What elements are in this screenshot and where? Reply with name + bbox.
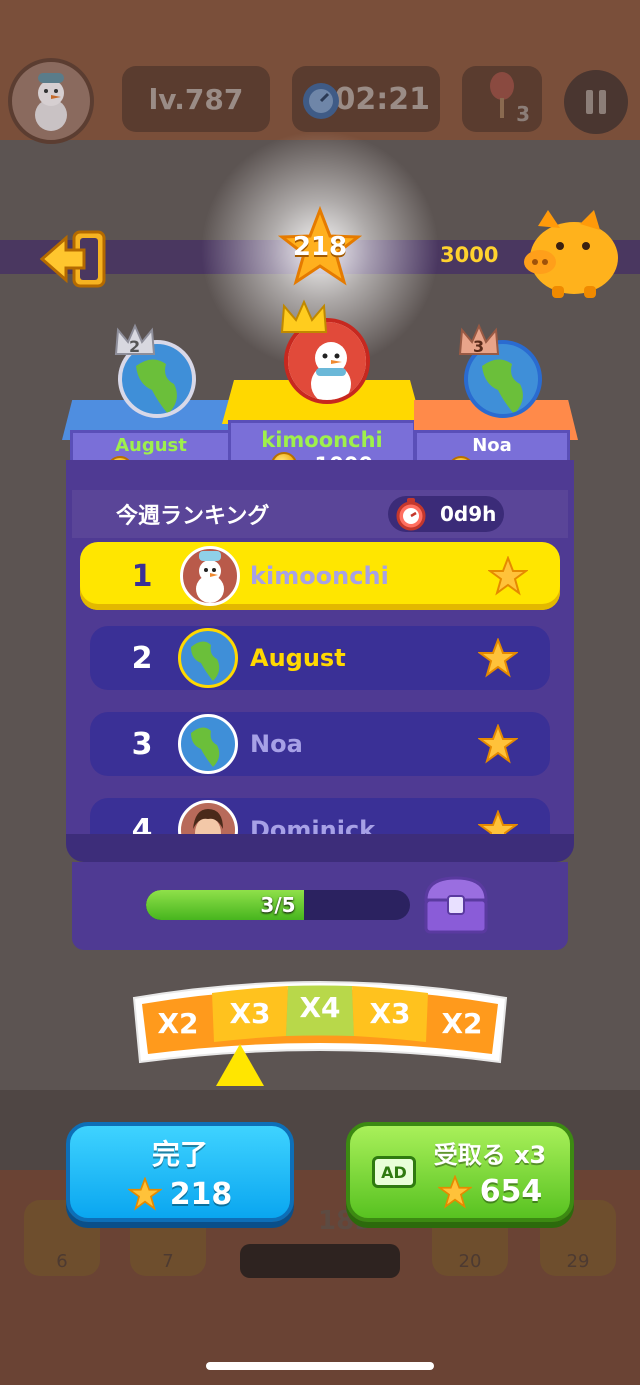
crown-icon: [280, 299, 328, 333]
bottom-score-bar: [240, 1244, 400, 1278]
multiplier-meter: X2 X3 X4 X3 X2: [130, 976, 510, 1072]
done-button-reward: 218: [127, 1176, 233, 1212]
booster-1-count: 6: [56, 1251, 68, 1272]
stopwatch-icon: [303, 83, 339, 119]
avatar: [178, 628, 238, 688]
multiplier-segment: X3: [229, 996, 271, 1030]
star-icon: [478, 810, 518, 834]
globe-icon: [191, 727, 220, 767]
star-score: 218: [277, 205, 363, 290]
ranking-row-rank: 3: [131, 726, 153, 762]
star-score-value: 218: [292, 232, 348, 262]
racket-booster[interactable]: 3: [462, 66, 542, 132]
crown-second: 2: [112, 322, 158, 364]
star-icon: [478, 638, 518, 678]
podium-third-name: Noa: [472, 434, 512, 456]
treasure-chest-icon: [424, 876, 488, 934]
star-icon: [488, 556, 528, 596]
claim-x3-button[interactable]: AD 受取る x3 654: [346, 1122, 574, 1222]
svg-text:3: 3: [473, 337, 484, 356]
ranking-row[interactable]: 3 Noa: [90, 712, 550, 776]
ranking-timer: 0d9h: [388, 496, 504, 532]
piggy-bank-icon: [524, 210, 618, 298]
avatar: [178, 714, 238, 774]
chest-progress-bar: 3/5: [146, 890, 410, 920]
player-avatar: [8, 58, 94, 144]
claim-button-value: 654: [479, 1174, 543, 1209]
crown-third: 3: [456, 322, 502, 364]
done-button-label: 完了: [151, 1137, 208, 1171]
pause-button[interactable]: [564, 70, 628, 134]
snowman-icon: [35, 73, 67, 131]
ranking-row-name: Dominick: [250, 816, 376, 834]
hud-timer: 02:21: [292, 66, 440, 132]
star-icon: [127, 1177, 162, 1211]
racket-count: 3: [516, 102, 530, 126]
podium-first-name: kimoonchi: [261, 428, 383, 452]
piggy-bank[interactable]: [514, 206, 624, 302]
ranking-row-name: kimoonchi: [250, 562, 389, 590]
ranking-row-name: August: [250, 644, 346, 672]
claim-button-reward: 654: [437, 1174, 543, 1209]
ranking-row-rank: 1: [131, 558, 153, 594]
ranking-row-self[interactable]: 1 kimoonchi: [80, 542, 560, 610]
piggy-target: 3000: [440, 243, 499, 267]
ranking-time-left: 0d9h: [440, 502, 497, 526]
star-icon: [437, 1174, 472, 1209]
multiplier-segment: X4: [299, 990, 341, 1024]
hud-timer-text: 02:21: [334, 81, 431, 117]
person-avatar-icon: [181, 803, 235, 834]
reward-chest[interactable]: [420, 874, 492, 936]
avatar: [178, 800, 238, 834]
crown-first: [278, 298, 330, 340]
alarm-clock-icon: [396, 498, 426, 531]
done-button-value: 218: [169, 1176, 233, 1212]
level-badge: lv.787: [122, 66, 270, 132]
ranking-row-rank: 4: [131, 812, 153, 835]
ad-icon: AD: [372, 1156, 416, 1188]
pause-icon: [586, 90, 606, 114]
ranking-row-name: Noa: [250, 730, 303, 758]
chest-progress-label: 3/5: [260, 893, 296, 917]
multiplier-segment: X2: [441, 1006, 483, 1040]
ranking-panel-edge: [66, 834, 574, 862]
ranking-list[interactable]: 1 kimoonchi 2 August 3 Noa 4 Dominick: [72, 538, 568, 834]
multiplier-segment: X2: [157, 1006, 199, 1040]
done-button[interactable]: 完了 218: [66, 1122, 294, 1222]
booster-3-count: 20: [458, 1251, 482, 1272]
globe-icon: [191, 641, 220, 681]
snowman-icon: [196, 551, 224, 603]
multiplier-segment: X3: [369, 996, 411, 1030]
ranking-row[interactable]: 4 Dominick: [90, 798, 550, 834]
crown-icon: 2: [114, 323, 156, 356]
booster-2-count: 7: [162, 1251, 174, 1272]
ranking-row-rank: 2: [131, 640, 153, 676]
crown-icon: 3: [458, 323, 500, 356]
svg-text:2: 2: [129, 337, 140, 356]
ranking-title: 今週ランキング: [116, 504, 270, 529]
ranking-row[interactable]: 2 August: [90, 626, 550, 690]
podium-second-name: August: [115, 434, 187, 456]
booster-4-count: 29: [566, 1251, 590, 1272]
exit-button[interactable]: [38, 228, 110, 290]
home-indicator[interactable]: [206, 1362, 434, 1370]
star-icon: [478, 724, 518, 764]
avatar: [180, 546, 240, 606]
claim-button-label: 受取る x3: [433, 1141, 547, 1169]
exit-icon: [39, 230, 106, 288]
multiplier-pointer: [216, 1044, 264, 1086]
ranking-header: 今週ランキング 0d9h: [72, 490, 568, 538]
